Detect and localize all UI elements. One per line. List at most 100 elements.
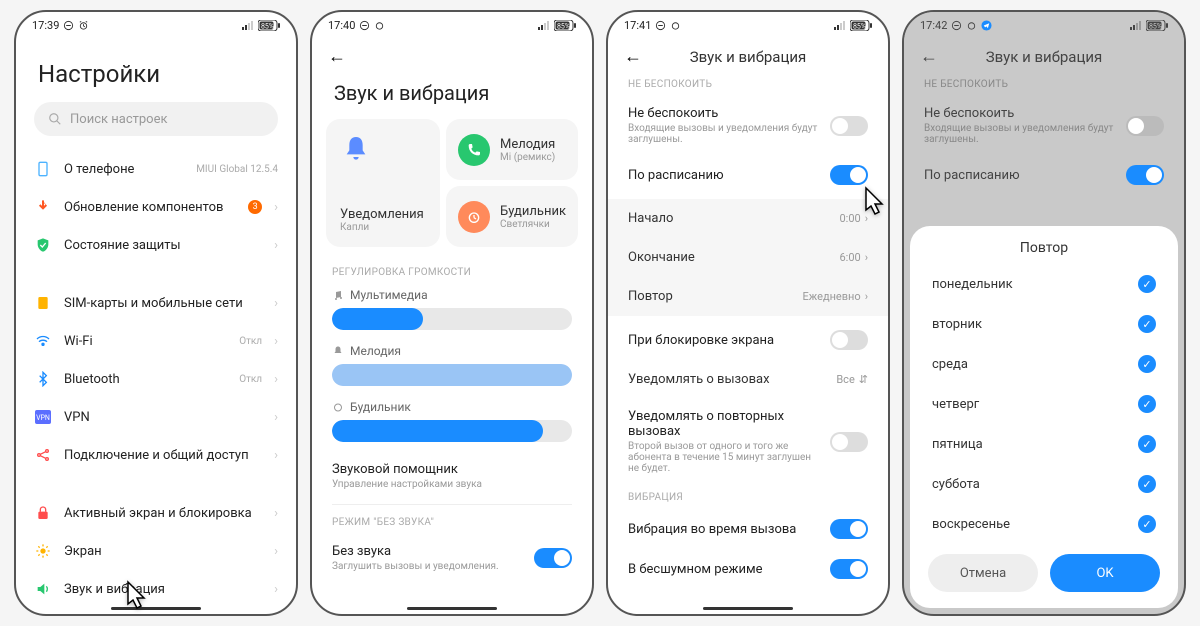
check-icon: ✓ [1138,355,1156,373]
chevron-right-icon: › [274,448,278,463]
signal-icon [834,20,846,30]
row-display[interactable]: Экран › [16,532,296,570]
home-indicator[interactable] [111,607,201,610]
bluetooth-icon [34,370,52,388]
row-sound-helper[interactable]: Звуковой помощник Управление настройками… [312,452,592,500]
statusbar: 17:40 85% [312,12,592,38]
page-title: Звук и вибрация [312,71,592,119]
row-sound[interactable]: Звук и вибрация › [16,570,296,608]
toggle-schedule[interactable] [830,165,868,185]
status-time: 17:41 [624,19,651,32]
row-vib-silent[interactable]: В бесшумном режиме [608,549,888,589]
page-title: Настройки [16,38,296,102]
dnd-icon [655,20,666,31]
row-update[interactable]: Обновление компонентов 3 › [16,188,296,226]
day-tuesday[interactable]: вторник✓ [910,304,1178,344]
slider-alarm[interactable] [332,420,572,442]
search-icon [48,112,62,126]
check-icon: ✓ [1138,475,1156,493]
card-notifications[interactable]: Уведомления Капли [326,119,440,247]
toggle-locked[interactable] [830,330,868,350]
dnd-icon [63,20,74,31]
row-start[interactable]: Начало 0:00› [608,199,888,238]
row-vpn[interactable]: VPN VPN › [16,398,296,436]
sound-icon [34,580,52,598]
row-sim[interactable]: SIM-карты и мобильные сети › [16,284,296,322]
signal-icon [1130,20,1142,30]
row-calls[interactable]: Уведомлять о вызовах Все⇵ [608,360,888,399]
row-dnd: Не беспокоить Входящие вызовы и уведомле… [904,96,1184,155]
section-label: РЕЖИМ "БЕЗ ЗВУКА" [312,509,592,534]
row-end[interactable]: Окончание 6:00› [608,238,888,277]
ringtone-icon [332,345,344,357]
dnd-icon [359,20,370,31]
battery-icon: 85% [850,20,872,31]
toggle-dnd[interactable] [830,116,868,136]
chevron-right-icon: › [274,410,278,425]
updown-icon: ⇵ [859,373,868,386]
row-security[interactable]: Состояние защиты › [16,226,296,264]
share-icon [34,446,52,464]
chevron-right-icon: › [865,290,868,303]
row-schedule[interactable]: По расписанию [608,155,888,195]
screen-settings-root: 17:39 85% Настройки Поиск настроек О тел… [14,10,298,616]
toggle-schedule [1126,165,1164,185]
row-share[interactable]: Подключение и общий доступ › [16,436,296,474]
status-time: 17:39 [32,19,59,32]
day-saturday[interactable]: суббота✓ [910,464,1178,504]
telegram-icon [981,20,992,31]
cancel-button[interactable]: Отмена [928,554,1038,592]
home-indicator[interactable] [703,607,793,610]
toggle-repeated[interactable] [830,432,868,452]
statusbar: 17:39 85% [16,12,296,38]
row-schedule: По расписанию [904,155,1184,195]
chevron-right-icon: › [274,296,278,311]
row-locked[interactable]: При блокировке экрана [608,320,888,360]
toggle-vib-call[interactable] [830,519,868,539]
card-ringtone[interactable]: Мелодия Mi (ремикс) [446,119,578,180]
chevron-right-icon: › [274,238,278,253]
svg-text:85%: 85% [1149,22,1162,30]
check-icon: ✓ [1138,515,1156,533]
phone-icon [458,134,490,166]
slider-ringtone[interactable] [332,364,572,386]
page-title: Звук и вибрация [938,48,1150,66]
section-label: НЕ БЕСПОКОИТЬ [608,71,888,96]
ok-button[interactable]: OK [1050,554,1160,592]
home-indicator[interactable] [407,607,497,610]
row-vib-call[interactable]: Вибрация во время вызова [608,509,888,549]
dnd-icon [951,20,962,31]
alarm-icon [332,401,344,413]
slider-media[interactable] [332,308,572,330]
screen-sound-settings: 17:40 85% ← Звук и вибрация Уведомления … [310,10,594,616]
row-bluetooth[interactable]: Bluetooth Откл › [16,360,296,398]
row-repeat[interactable]: Повтор Ежедневно› [608,277,888,316]
row-wifi[interactable]: Wi-Fi Откл › [16,322,296,360]
toggle-silent[interactable] [534,548,572,568]
toggle-vib-silent[interactable] [830,559,868,579]
battery-icon: 85% [258,20,280,31]
row-repeated-calls[interactable]: Уведомлять о повторных вызовах Второй вы… [608,399,888,484]
chevron-right-icon: › [274,334,278,349]
row-lockscreen[interactable]: Активный экран и блокировка › [16,494,296,532]
day-thursday[interactable]: четверг✓ [910,384,1178,424]
row-dnd[interactable]: Не беспокоить Входящие вызовы и уведомле… [608,96,888,155]
card-alarm[interactable]: Будильник Светлячки [446,186,578,247]
signal-icon [538,20,550,30]
alarm-icon [78,20,89,31]
day-wednesday[interactable]: среда✓ [910,344,1178,384]
back-button[interactable]: ← [328,46,346,67]
chevron-right-icon: › [865,212,868,225]
sim-icon [34,294,52,312]
search-input[interactable]: Поиск настроек [34,102,278,136]
day-sunday[interactable]: воскресенье✓ [910,504,1178,544]
row-silent[interactable]: Без звука Заглушить вызовы и уведомления… [312,534,592,582]
screen-repeat-sheet: 17:42 85% ← Звук и вибрация НЕ БЕСПОКОИТ… [902,10,1186,616]
back-button[interactable]: ← [920,46,938,67]
day-friday[interactable]: пятница✓ [910,424,1178,464]
back-button[interactable]: ← [624,46,642,67]
svg-text:85%: 85% [557,22,570,30]
row-about-phone[interactable]: О телефоне MIUI Global 12.5.4 [16,150,296,188]
svg-text:85%: 85% [261,22,274,30]
day-monday[interactable]: понедельник✓ [910,264,1178,304]
